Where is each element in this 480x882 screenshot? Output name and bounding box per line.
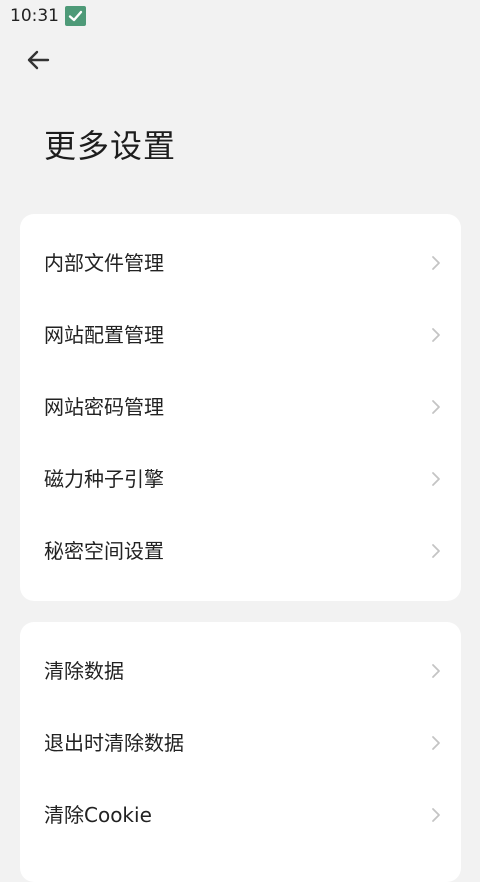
status-bar: 10:31 [0,0,480,32]
menu-item-label: 内部文件管理 [44,251,164,275]
chevron-right-icon [432,808,440,822]
menu-item-label: 网站密码管理 [44,395,164,419]
chevron-right-icon [432,400,440,414]
page-title: 更多设置 [44,127,177,165]
settings-card-data: 清除数据 退出时清除数据 清除Cookie [20,622,461,882]
menu-item-clear-data-on-exit[interactable]: 退出时清除数据 [20,707,461,779]
chevron-right-icon [432,256,440,270]
menu-item-magnet-engine[interactable]: 磁力种子引擎 [20,443,461,515]
menu-item-label: 清除Cookie [44,803,152,827]
menu-item-label: 网站配置管理 [44,323,164,347]
back-button[interactable] [18,42,58,82]
menu-item-clear-data[interactable]: 清除数据 [20,635,461,707]
chevron-right-icon [432,472,440,486]
settings-card-general: 内部文件管理 网站配置管理 网站密码管理 磁力种子引擎 秘密空间设置 [20,214,461,601]
menu-item-clear-cookie[interactable]: 清除Cookie [20,779,461,851]
menu-item-label: 退出时清除数据 [44,731,184,755]
chevron-right-icon [432,736,440,750]
check-notification-icon [65,6,86,26]
arrow-left-icon [25,47,51,77]
status-time: 10:31 [10,6,59,26]
chevron-right-icon [432,664,440,678]
menu-item-internal-file-management[interactable]: 内部文件管理 [20,227,461,299]
menu-item-label: 磁力种子引擎 [44,467,164,491]
menu-list: 内部文件管理 网站配置管理 网站密码管理 磁力种子引擎 秘密空间设置 [20,214,461,587]
chevron-right-icon [432,328,440,342]
menu-item-site-config-management[interactable]: 网站配置管理 [20,299,461,371]
menu-item-site-password-management[interactable]: 网站密码管理 [20,371,461,443]
menu-item-label: 秘密空间设置 [44,539,164,563]
menu-item-secret-space-settings[interactable]: 秘密空间设置 [20,515,461,587]
menu-item-label: 清除数据 [44,659,124,683]
menu-list: 清除数据 退出时清除数据 清除Cookie [20,622,461,851]
chevron-right-icon [432,544,440,558]
